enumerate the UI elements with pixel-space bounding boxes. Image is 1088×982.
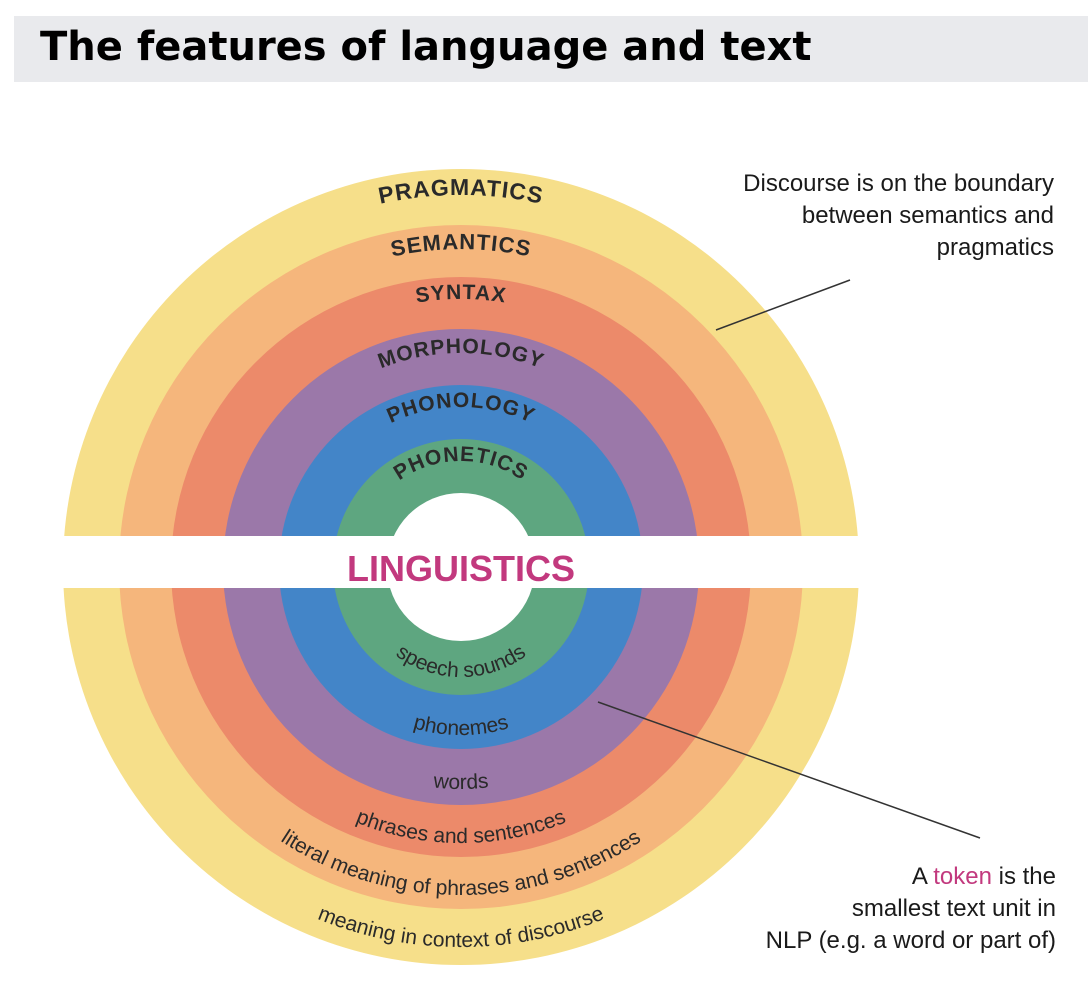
center-label: LINGUISTICS (347, 548, 575, 589)
linguistics-diagram: PRAGMATICSmeaning in context of discours… (60, 169, 981, 965)
token-note-line: smallest text unit in (851, 895, 1056, 922)
discourse-note-line: between semantics and (801, 202, 1054, 229)
discourse-note: Discourse is on the boundary between sem… (743, 168, 1054, 264)
token-note-prefix: A (911, 863, 934, 890)
ring-name-syntax: SYNTAX (414, 281, 508, 308)
discourse-note-line: pragmatics (936, 234, 1054, 261)
token-note-suffix: is the (991, 863, 1056, 890)
token-note-line: NLP (e.g. a word or part of) (765, 927, 1056, 954)
token-highlight: token (933, 863, 992, 890)
token-note-line: A token is the (766, 861, 1056, 893)
discourse-note-line: Discourse is on the boundary (743, 170, 1054, 197)
ring-description-morphology: words (432, 769, 490, 794)
token-note: A token is the smallest text unit in NLP… (766, 861, 1056, 957)
